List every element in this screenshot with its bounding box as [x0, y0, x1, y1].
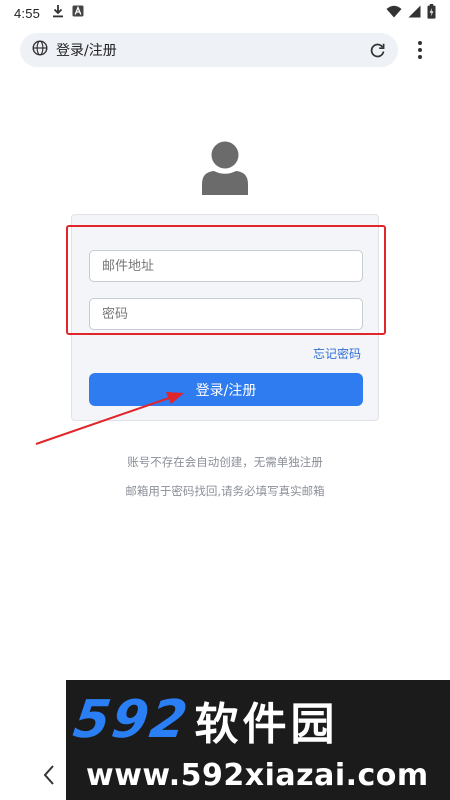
login-card: 忘记密码 登录/注册 [71, 214, 379, 421]
status-notifications [52, 4, 84, 22]
reload-icon[interactable] [369, 42, 386, 59]
globe-icon[interactable] [32, 40, 48, 60]
note-email-recovery: 邮箱用于密码找回,请务必填写真实邮箱 [125, 484, 325, 498]
watermark-url: www.592xiazai.com [86, 758, 429, 793]
note-auto-create: 账号不存在会自动创建，无需单独注册 [127, 455, 323, 469]
watermark-digits: 592 [69, 690, 193, 750]
status-system-icons [386, 3, 436, 23]
watermark-banner: 592 软件园 www.592xiazai.com [66, 680, 450, 800]
user-avatar-icon [200, 140, 250, 195]
address-bar[interactable]: 登录/注册 [20, 33, 398, 67]
app-a-icon [72, 5, 84, 21]
address-title[interactable]: 登录/注册 [56, 40, 117, 60]
email-input[interactable] [89, 250, 363, 282]
watermark-brand: 592 软件园 [70, 690, 444, 750]
status-bar: 4:55 [0, 0, 450, 26]
password-input[interactable] [89, 298, 363, 330]
status-time: 4:55 [14, 5, 41, 21]
chevron-left-icon[interactable] [36, 760, 62, 790]
forgot-password-link[interactable]: 忘记密码 [313, 345, 361, 362]
login-register-button[interactable]: 登录/注册 [89, 373, 363, 406]
more-vert-icon[interactable] [413, 39, 427, 61]
signal-icon [408, 5, 421, 22]
wifi-icon [386, 5, 402, 22]
watermark-brand-text: 软件园 [194, 699, 339, 750]
download-icon [52, 4, 64, 22]
battery-icon [427, 3, 436, 23]
